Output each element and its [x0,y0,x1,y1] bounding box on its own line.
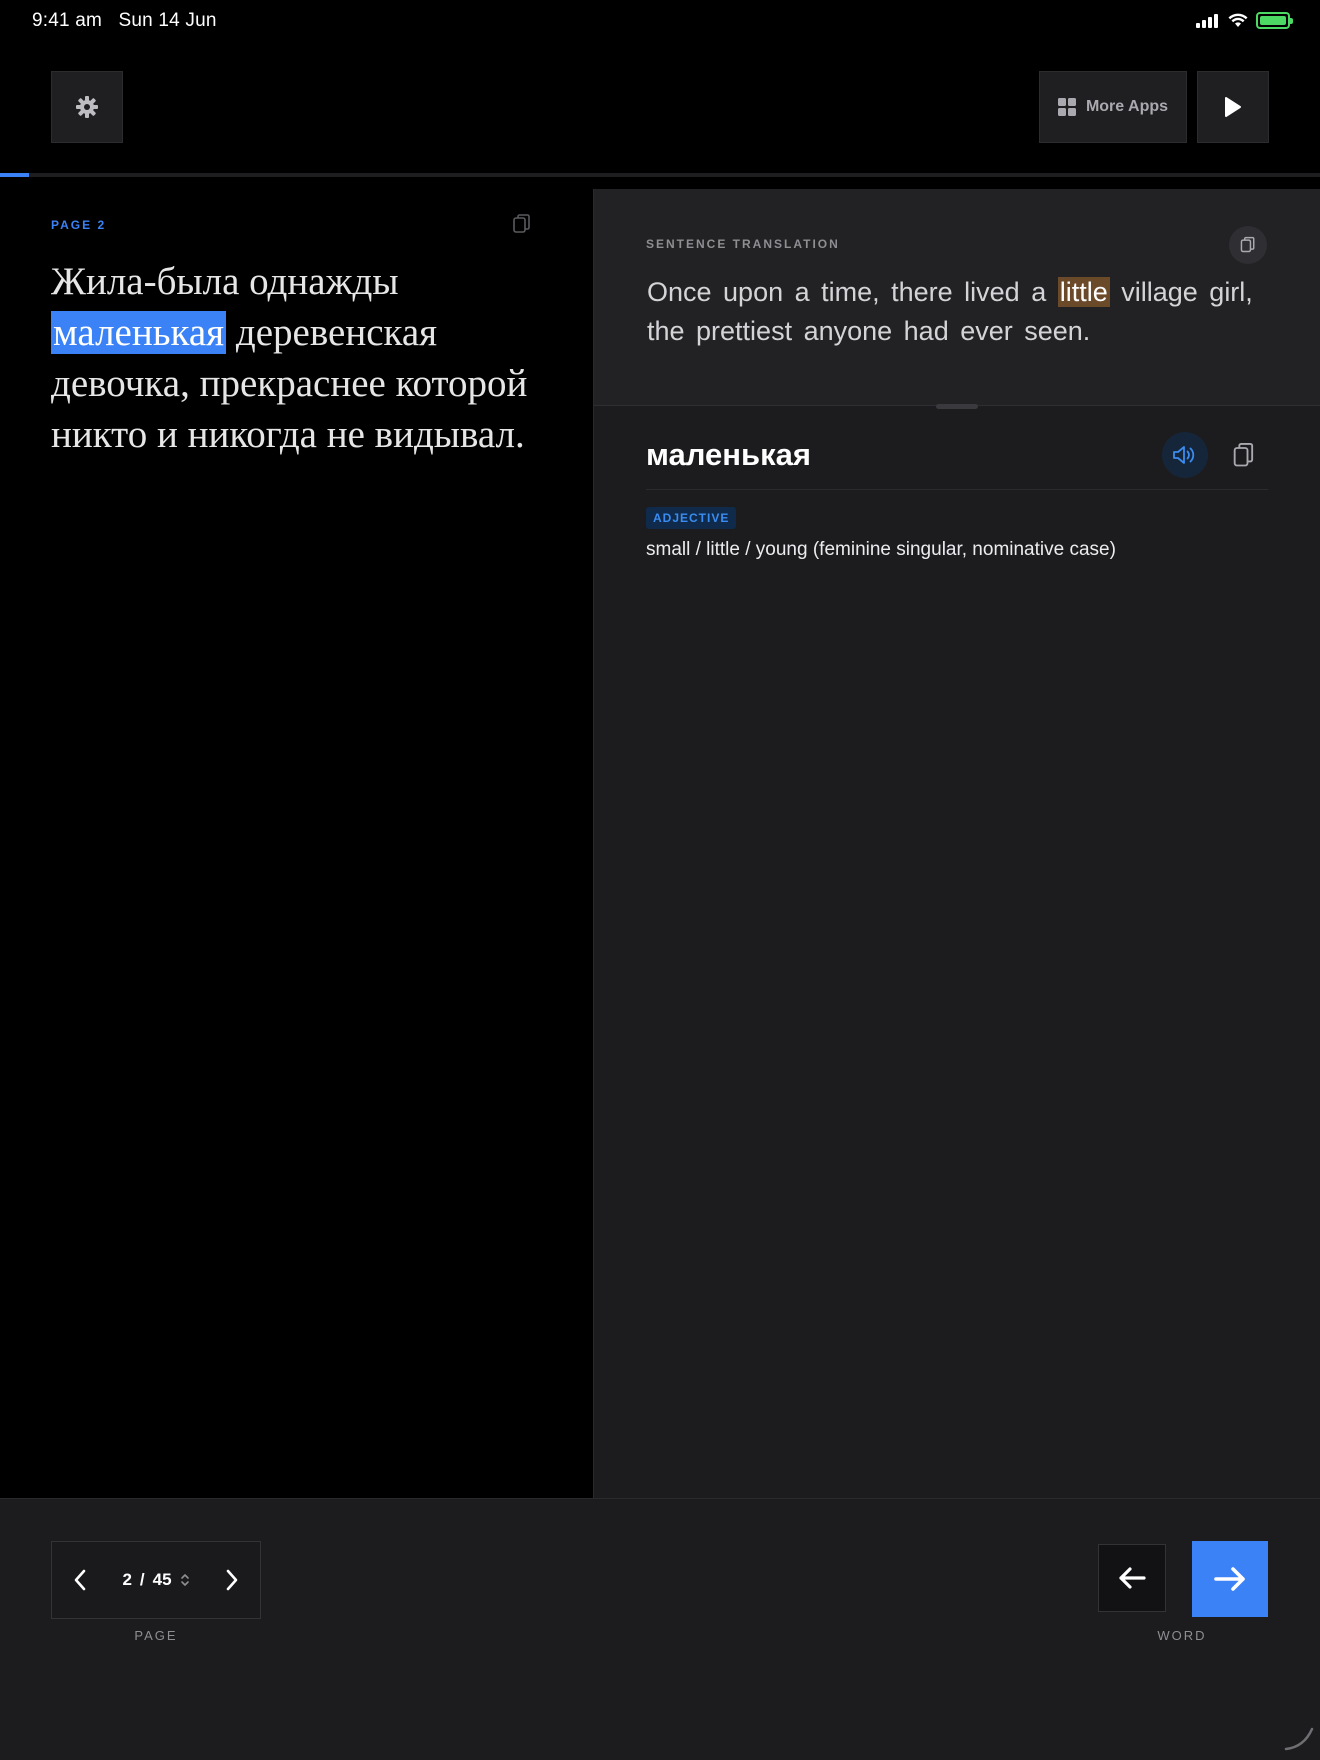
translation-text: Once upon a time, there lived a little v… [647,273,1267,351]
drag-handle[interactable] [936,404,978,409]
up-down-chevron-icon [180,1574,189,1586]
status-clock: 9:41 am Sun 14 Jun [32,10,217,32]
section-label: SENTENCE TRANSLATION [646,237,840,251]
pronounce-button[interactable] [1162,432,1208,478]
part-of-speech-badge: ADJECTIVE [646,507,737,529]
total-pages: 45 [152,1570,172,1589]
wifi-icon [1228,13,1248,27]
word-definition: small / little / young (feminine singula… [646,539,1116,560]
speaker-icon [1173,446,1195,464]
bottom-navigation-bar: 2 / 45 PAGE WORD [0,1498,1320,1760]
translation-highlight: little [1057,277,1110,307]
page-separator: / [139,1570,145,1589]
translation-text-before: Once upon a time, there lived a [647,277,1058,307]
chevron-left-icon [74,1569,86,1591]
settings-button[interactable] [51,71,123,143]
copy-text-button[interactable] [511,213,533,240]
grid-icon [1057,98,1076,116]
more-apps-button[interactable]: More Apps [1039,71,1187,143]
play-button[interactable] [1197,71,1269,143]
resize-grip-icon [1284,1727,1314,1751]
chevron-right-icon [226,1569,238,1591]
word-heading: маленькая [646,437,811,472]
status-date: Sun 14 Jun [118,10,217,31]
next-page-button[interactable] [204,1541,260,1619]
divider [646,489,1268,490]
previous-word-button[interactable] [1098,1544,1166,1612]
next-word-button[interactable] [1192,1541,1268,1617]
copy-icon [513,214,530,233]
russian-sentence: Жила-была однажды маленькая деревенская … [51,256,571,460]
status-icons [1196,12,1293,29]
word-caption: WORD [1157,1628,1207,1643]
page-indicator[interactable]: 2 / 45 [108,1570,204,1590]
page-caption: PAGE [134,1628,178,1643]
arrow-left-icon [1119,1567,1146,1589]
gear-icon [76,96,98,118]
sentence-text-before: Жила-была однажды [51,260,399,303]
status-bar: 9:41 am Sun 14 Jun [0,0,1320,42]
copy-icon [1240,236,1255,253]
current-page: 2 [122,1570,132,1589]
reading-pane: PAGE 2 Жила-была однажды маленькая дерев… [0,177,593,1498]
copy-word-button[interactable] [1225,436,1263,474]
status-time: 9:41 am [32,10,103,31]
play-icon [1225,97,1241,117]
sentence-translation-section: SENTENCE TRANSLATION Once upon a time, t… [594,189,1320,409]
selected-word[interactable]: маленькая [51,311,227,354]
copy-translation-button[interactable] [1229,226,1267,264]
translation-panel: SENTENCE TRANSLATION Once upon a time, t… [593,189,1320,1498]
copy-icon [1233,442,1254,467]
previous-page-button[interactable] [52,1541,108,1619]
cellular-signal-icon [1196,13,1218,28]
more-apps-label: More Apps [1085,98,1169,115]
arrow-right-icon [1214,1567,1245,1591]
battery-charging-icon [1256,12,1293,29]
page-stepper: 2 / 45 [51,1541,261,1619]
page-label: PAGE 2 [51,218,107,232]
